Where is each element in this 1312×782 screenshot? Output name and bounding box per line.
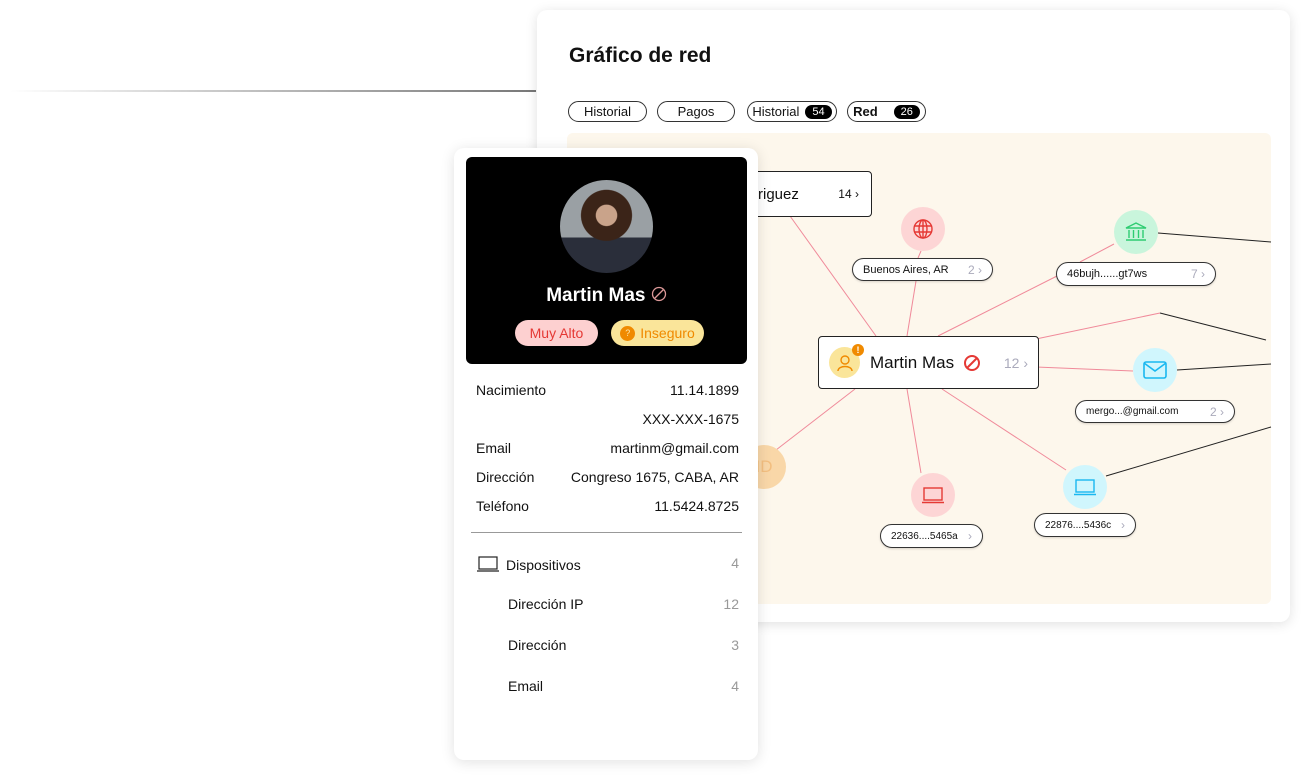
security-badge: ? Inseguro: [611, 320, 704, 346]
alert-icon: !: [852, 344, 864, 356]
edge: [906, 388, 922, 474]
device-node[interactable]: [911, 473, 955, 517]
node-label: 46bujh......gt7ws: [1067, 268, 1148, 280]
edge: [1159, 312, 1267, 341]
node-label: Buenos Aires, AR: [863, 263, 949, 276]
avatar: [560, 180, 653, 273]
link-email[interactable]: Email 4: [476, 678, 739, 694]
edge: [1079, 243, 1115, 263]
edge: [1157, 232, 1272, 243]
id-icon: ID: [755, 457, 773, 476]
mail-icon: [1143, 361, 1167, 379]
edge: [917, 250, 922, 259]
laptop-icon: [477, 556, 499, 572]
node-label: 22876....5436c: [1045, 519, 1112, 531]
node-label: 22636....5465a: [891, 530, 958, 542]
globe-icon: [913, 219, 933, 239]
node-name: riguez: [758, 185, 799, 203]
node-center-person[interactable]: ! Martin Mas 12 ›: [818, 336, 1039, 389]
blocked-icon: [651, 286, 666, 302]
edge: [1035, 312, 1161, 340]
divider: [471, 532, 742, 533]
mail-node[interactable]: [1133, 348, 1177, 392]
field-row: Teléfono 11.5424.8725: [476, 498, 739, 514]
risk-badge: Muy Alto: [515, 320, 598, 346]
link-dispositivos[interactable]: Dispositivos 4: [476, 555, 739, 573]
laptop-icon: [1074, 479, 1096, 496]
node-label: mergo...@gmail.com: [1086, 406, 1179, 417]
node-location[interactable]: Buenos Aires, AR 2 ›: [852, 258, 993, 281]
laptop-icon: [922, 487, 944, 504]
edge: [775, 388, 856, 451]
node-device[interactable]: 22636....5465a ›: [880, 524, 983, 548]
node-count: 14 ›: [838, 187, 859, 201]
question-icon: ?: [620, 325, 636, 341]
globe-node[interactable]: [901, 207, 945, 251]
edge: [1176, 363, 1272, 371]
chevron-right-icon: ›: [1121, 518, 1125, 532]
node-device[interactable]: 22876....5436c ›: [1034, 513, 1136, 537]
node-count: 2 ›: [967, 262, 982, 277]
edge: [906, 280, 917, 337]
node-account[interactable]: 46bujh......gt7ws 7 ›: [1056, 262, 1216, 286]
node-count: 2 ›: [1209, 404, 1224, 419]
edge: [937, 275, 1058, 337]
user-avatar: !: [829, 344, 864, 378]
node-name: Martin Mas: [870, 352, 955, 372]
edge: [1105, 426, 1272, 477]
link-direccion[interactable]: Dirección 3: [476, 637, 739, 653]
user-icon: [836, 354, 853, 371]
field-row: XXX-XXX-1675: [642, 411, 740, 427]
device-node[interactable]: [1063, 465, 1107, 509]
edge: [1035, 366, 1134, 372]
chevron-right-icon: ›: [968, 529, 972, 543]
profile-name: Martin Mas: [466, 285, 747, 307]
node-count: 12 ›: [1003, 354, 1028, 371]
blocked-icon: [964, 354, 981, 371]
node-count: 7 ›: [1190, 267, 1205, 281]
edge: [941, 388, 1067, 471]
link-direccion-ip[interactable]: Dirección IP 12: [476, 596, 739, 612]
node-email[interactable]: mergo...@gmail.com 2 ›: [1075, 400, 1235, 423]
field-row: Nacimiento 11.14.1899: [476, 382, 739, 398]
bank-node[interactable]: [1114, 210, 1158, 254]
bank-icon: [1125, 222, 1147, 241]
field-row: Email martinm@gmail.com: [476, 440, 739, 456]
field-row: Dirección Congreso 1675, CABA, AR: [476, 469, 739, 485]
